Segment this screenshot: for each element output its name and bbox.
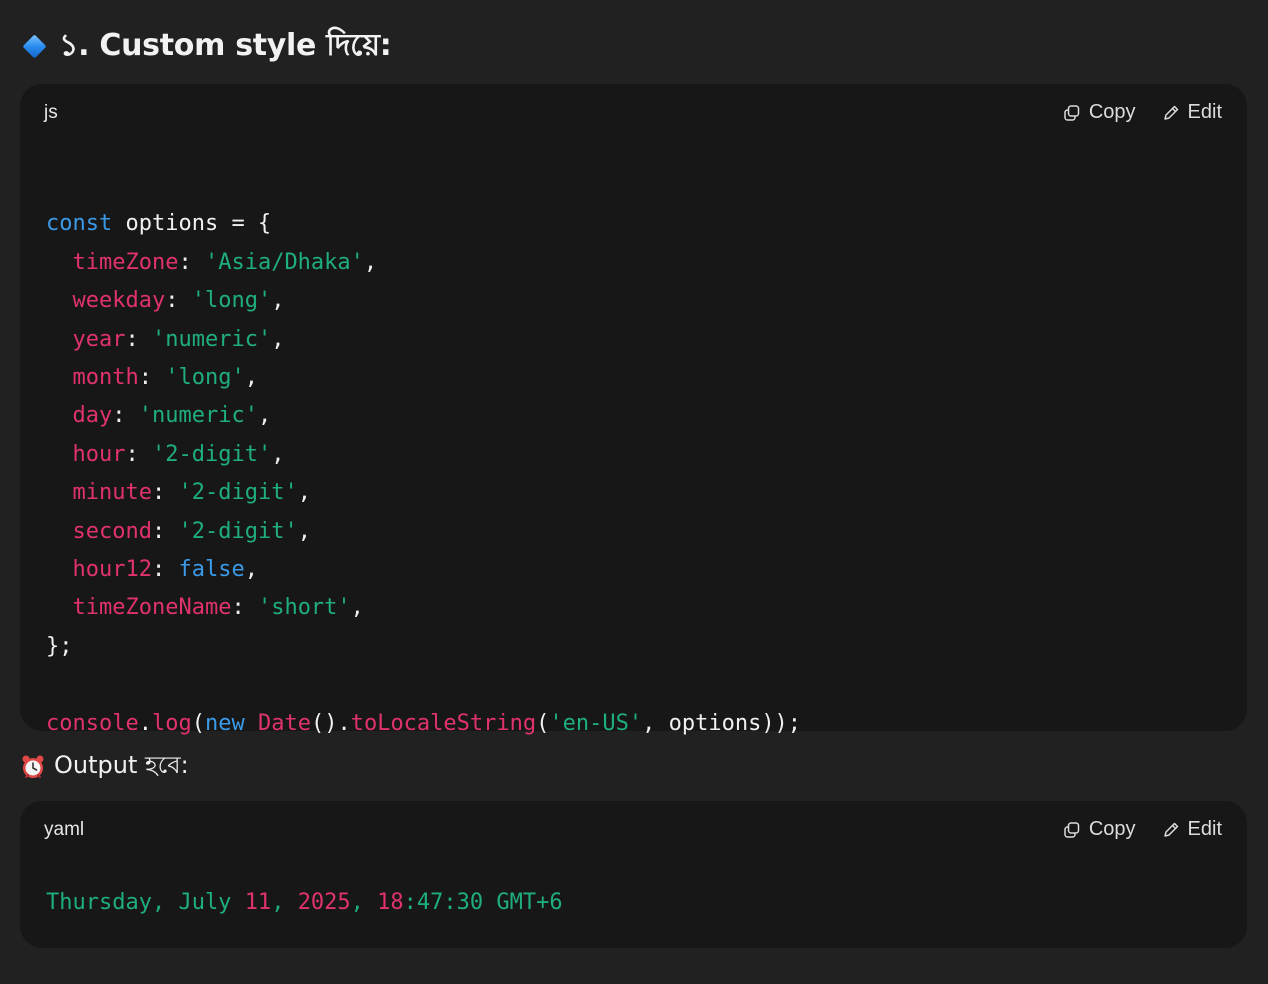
copy-label: Copy	[1088, 101, 1136, 123]
code-line: second: '2-digit',	[72, 518, 311, 544]
code-line: Thursday, July 11, 2025, 18:47:30 GMT+6	[46, 890, 563, 915]
code-token: const	[46, 211, 113, 237]
code-line: console.log(new Date().toLocaleString('e…	[46, 710, 802, 736]
code-token: weekday	[72, 288, 166, 314]
code-token: hour12	[72, 557, 152, 583]
code-token: '2-digit'	[178, 480, 298, 506]
code-token: timeZoneName	[72, 595, 232, 621]
code-line: };	[46, 633, 73, 659]
code-language-label: js	[44, 102, 58, 123]
code-token: new	[204, 710, 245, 736]
pencil-icon	[1163, 105, 1178, 120]
section-heading-text: ১. Custom style দিয়ে:	[59, 27, 392, 63]
code-line: weekday: 'long',	[72, 288, 285, 314]
copy-button[interactable]: Copy	[1063, 818, 1136, 841]
code-token: console	[46, 710, 139, 736]
code-token: 18	[377, 890, 404, 915]
code-content-yaml: Thursday, July 11, 2025, 18:47:30 GMT+6	[46, 884, 563, 922]
code-block-js: js Copy Edit const options = { timeZone:…	[20, 84, 1247, 736]
output-heading-text: Output হবে:	[54, 751, 189, 779]
copy-button[interactable]: Copy	[1063, 101, 1136, 124]
code-line: hour: '2-digit',	[72, 441, 285, 467]
code-token: year	[72, 326, 126, 352]
copy-label: Copy	[1088, 818, 1136, 840]
code-token: 'long'	[165, 365, 245, 391]
code-language-label: yaml	[44, 819, 85, 840]
code-line: const options = {	[46, 211, 272, 237]
code-token: 'numeric'	[151, 326, 272, 352]
code-line: day: 'numeric',	[72, 403, 272, 429]
edit-button[interactable]: Edit	[1162, 818, 1222, 841]
code-content-js: const options = { timeZone: 'Asia/Dhaka'…	[46, 167, 801, 743]
copy-icon	[1064, 821, 1080, 838]
blue-diamond-icon	[22, 33, 47, 59]
code-actions: Copy Edit	[1063, 101, 1222, 124]
code-token: 'short'	[257, 595, 351, 621]
code-token: Date	[257, 710, 311, 736]
output-heading: Output হবে:	[20, 750, 189, 784]
edit-label: Edit	[1187, 101, 1222, 123]
code-token: day	[72, 403, 113, 429]
code-token: 'long'	[191, 288, 272, 314]
code-line: minute: '2-digit',	[72, 480, 311, 506]
code-token: false	[178, 557, 245, 583]
code-line: month: 'long',	[72, 365, 258, 391]
code-token: month	[72, 365, 139, 391]
section-heading: ১. Custom style দিয়ে:	[22, 26, 392, 66]
code-line: timeZoneName: 'short',	[72, 595, 364, 621]
code-token: hour	[72, 441, 126, 467]
code-token: log	[151, 710, 192, 736]
code-token: second	[72, 518, 152, 544]
code-block-yaml: yaml Copy Edit Thursday, July 11, 2025, …	[20, 801, 1247, 948]
code-actions: Copy Edit	[1063, 818, 1222, 841]
edit-label: Edit	[1187, 818, 1222, 840]
code-token: '2-digit'	[178, 518, 298, 544]
code-token: 11	[244, 890, 272, 915]
code-line: hour12: false,	[72, 557, 258, 583]
code-token: '2-digit'	[151, 441, 272, 467]
edit-button[interactable]: Edit	[1162, 101, 1222, 124]
code-token: timeZone	[72, 249, 179, 275]
code-token: minute	[72, 480, 152, 506]
pencil-icon	[1163, 822, 1178, 837]
code-token: 'en-US'	[549, 710, 643, 736]
alarm-clock-icon	[22, 755, 44, 778]
code-token: 'numeric'	[138, 403, 258, 429]
code-token: toLocaleString	[350, 710, 537, 736]
code-token: 2025	[297, 890, 351, 915]
code-line: year: 'numeric',	[72, 326, 285, 352]
copy-icon	[1064, 104, 1080, 121]
code-line: timeZone: 'Asia/Dhaka',	[72, 249, 378, 275]
code-token: 'Asia/Dhaka'	[204, 249, 364, 275]
